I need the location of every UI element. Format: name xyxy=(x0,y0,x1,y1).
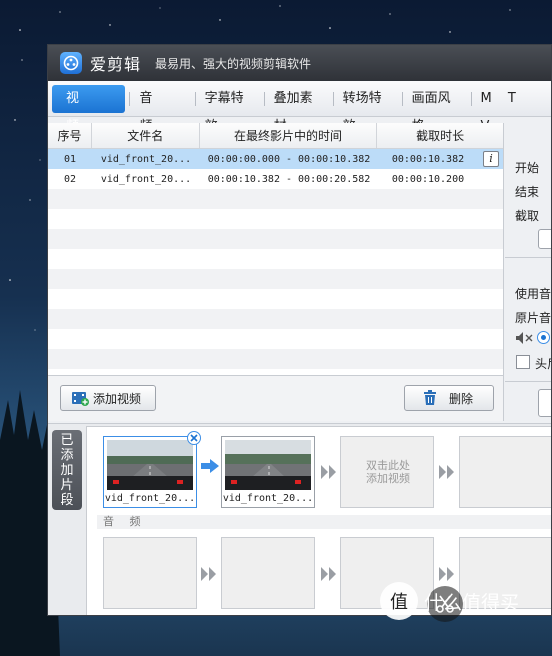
app-logo-icon xyxy=(60,52,82,74)
audio-radio-button[interactable] xyxy=(537,331,550,344)
delete-label: 删除 xyxy=(449,391,474,406)
table-row[interactable]: 02 vid_front_20... 00:00:10.382 - 00:00:… xyxy=(48,169,503,189)
blue-arrow-icon xyxy=(201,459,219,473)
row-time: 00:00:10.382 - 00:00:20.582 xyxy=(207,173,371,185)
empty-row xyxy=(48,229,503,249)
watermark-logo-icon: 值 xyxy=(380,582,418,620)
empty-row xyxy=(48,209,503,229)
confirm-button[interactable] xyxy=(538,389,551,417)
app-window: 爱剪辑 最易用、强大的视频剪辑软件 视 频 音 频 字幕特效 叠加素材 转场特效… xyxy=(47,44,552,616)
added-label-char: 已 xyxy=(60,432,74,448)
app-name: 爱剪辑 xyxy=(90,55,142,74)
added-clips-label: 已 添 加 片 段 xyxy=(52,430,82,510)
tab-mtv[interactable]: M T V xyxy=(470,85,551,134)
timeline-clip[interactable]: vid_front_20... xyxy=(103,436,197,508)
gray-arrow-icon xyxy=(321,567,336,581)
app-subtitle: 最易用、强大的视频剪辑软件 xyxy=(155,56,312,71)
row-filename: vid_front_20... xyxy=(100,173,192,185)
hint-line: 添加视频 xyxy=(366,472,410,485)
audio-slot[interactable] xyxy=(103,537,197,609)
title-bar: 爱剪辑 最易用、强大的视频剪辑软件 xyxy=(48,45,551,81)
video-list: 序号 文件名 在最终影片中的时间 截取时长 01 vid_front_20...… xyxy=(48,123,504,375)
end-label: 结束 xyxy=(515,185,540,199)
empty-clip-slot[interactable] xyxy=(459,436,551,508)
added-label-char: 添 xyxy=(60,447,74,463)
gray-arrow-icon xyxy=(321,465,336,479)
info-icon[interactable]: i xyxy=(483,151,499,167)
clip-thumbnail xyxy=(225,440,311,490)
header-label: 头尼 xyxy=(535,357,551,371)
empty-row xyxy=(48,249,503,269)
column-header-time[interactable]: 在最终影片中的时间 xyxy=(200,123,378,148)
film-plus-icon xyxy=(71,390,89,406)
column-header-filename[interactable]: 文件名 xyxy=(92,123,200,148)
site-watermark: 值 什么值得买 xyxy=(380,582,519,620)
table-row[interactable]: 01 vid_front_20... 00:00:00.000 - 00:00:… xyxy=(48,149,503,169)
main-tab-bar: 视 频 音 频 字幕特效 叠加素材 转场特效 画面风格 M T V xyxy=(48,81,551,134)
hint-line: 双击此处 xyxy=(366,459,410,472)
radio-dot xyxy=(541,335,546,340)
column-header-index[interactable]: 序号 xyxy=(48,123,92,148)
mute-speaker-icon[interactable] xyxy=(515,331,535,345)
gray-arrow-icon xyxy=(201,567,216,581)
clip-name: vid_front_20... xyxy=(104,493,196,504)
cut-label: 截取 xyxy=(515,209,540,223)
audio-slot[interactable] xyxy=(221,537,315,609)
watermark-logo-char: 值 xyxy=(390,592,408,613)
tab-video[interactable]: 视 频 xyxy=(52,84,126,134)
use-audio-label: 使用音 xyxy=(515,287,552,301)
clip-settings-panel: 开始 结束 截取 使用音 原片音 头尼 xyxy=(505,123,552,423)
row-filename: vid_front_20... xyxy=(100,153,192,165)
list-header: 序号 文件名 在最终影片中的时间 截取时长 xyxy=(48,123,503,149)
clip-name: vid_front_20... xyxy=(222,493,314,504)
empty-row xyxy=(48,329,503,349)
list-toolbar: 添加视频 删除 xyxy=(48,375,504,421)
gray-arrow-icon xyxy=(439,465,454,479)
added-label-char: 片 xyxy=(60,477,74,493)
tab-overlay-materials[interactable]: 叠加素材 xyxy=(263,85,333,134)
gray-arrow-icon xyxy=(439,567,454,581)
empty-row xyxy=(48,289,503,309)
empty-row xyxy=(48,189,503,209)
remove-clip-icon[interactable] xyxy=(187,431,201,445)
row-time: 00:00:00.000 - 00:00:10.382 xyxy=(207,153,371,165)
audio-track-label: 音 频 xyxy=(97,515,551,529)
row-index: 02 xyxy=(63,173,77,185)
added-label-char: 加 xyxy=(60,462,74,478)
original-audio-label: 原片音 xyxy=(515,311,552,325)
tab-transition-effects[interactable]: 转场特效 xyxy=(332,85,402,134)
header-checkbox[interactable] xyxy=(516,355,530,369)
add-video-label: 添加视频 xyxy=(93,391,142,406)
list-body: 01 vid_front_20... 00:00:00.000 - 00:00:… xyxy=(48,149,503,369)
start-label: 开始 xyxy=(515,161,540,175)
cut-button[interactable] xyxy=(538,229,551,249)
empty-row xyxy=(48,269,503,289)
tab-audio[interactable]: 音 频 xyxy=(129,85,194,134)
trash-icon xyxy=(423,390,437,406)
tab-picture-style[interactable]: 画面风格 xyxy=(401,85,471,134)
column-header-duration[interactable]: 截取时长 xyxy=(377,123,503,148)
delete-button[interactable]: 删除 xyxy=(404,385,494,411)
row-index: 01 xyxy=(63,153,77,165)
add-video-button[interactable]: 添加视频 xyxy=(60,385,156,411)
row-duration: 00:00:10.382 xyxy=(391,153,465,165)
added-label-char: 段 xyxy=(60,492,74,508)
empty-clip-slot[interactable]: 双击此处 添加视频 xyxy=(340,436,434,508)
empty-row xyxy=(48,349,503,369)
empty-row xyxy=(48,309,503,329)
divider xyxy=(505,257,551,258)
empty-slot-hint: 双击此处 添加视频 xyxy=(341,459,435,485)
row-duration: 00:00:10.200 xyxy=(391,173,465,185)
divider xyxy=(505,381,551,382)
tab-subtitle-effects[interactable]: 字幕特效 xyxy=(194,85,264,134)
timeline-clip[interactable]: vid_front_20... xyxy=(221,436,315,508)
clip-thumbnail xyxy=(107,440,193,490)
watermark-text: 什么值得买 xyxy=(424,591,520,614)
